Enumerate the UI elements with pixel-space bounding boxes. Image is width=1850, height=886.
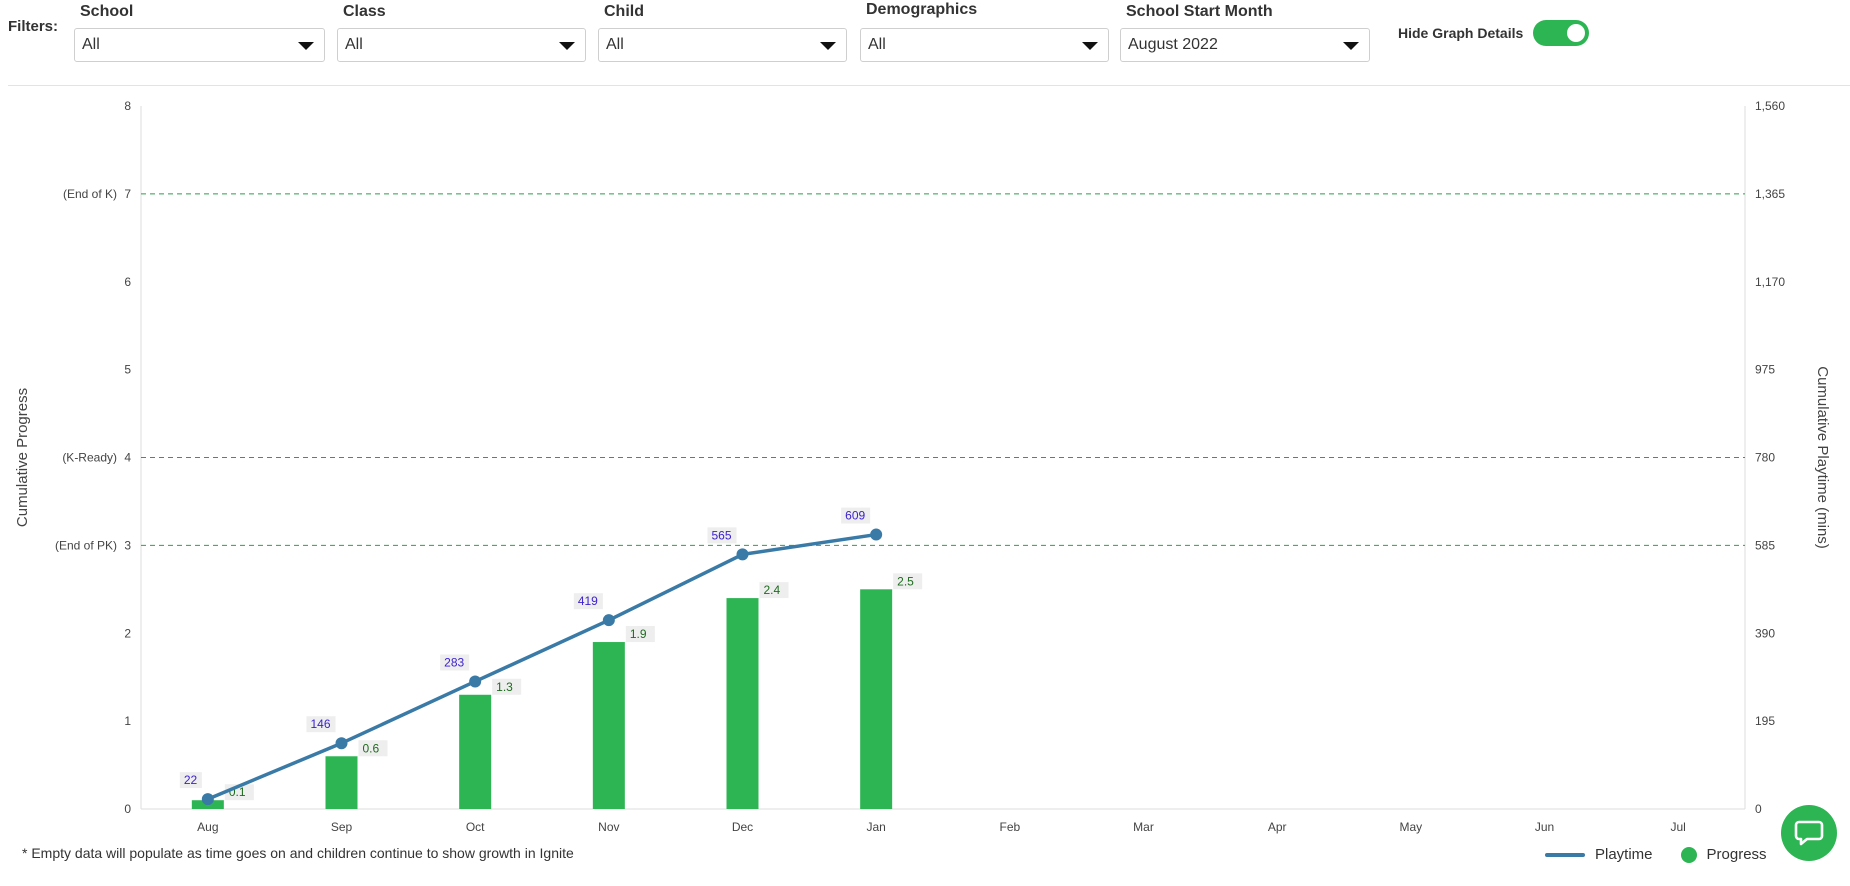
hide-graph-details-label: Hide Graph Details bbox=[1398, 25, 1524, 41]
class-filter: Class All bbox=[337, 2, 586, 62]
x-tick-label: Jul bbox=[1670, 820, 1685, 834]
y-right-tick-label: 1,560 bbox=[1755, 99, 1785, 113]
class-filter-label: Class bbox=[343, 3, 386, 20]
filters-label: Filters: bbox=[8, 18, 59, 35]
school-select-value: All bbox=[82, 36, 100, 53]
y-right-tick-label: 390 bbox=[1755, 626, 1775, 640]
x-tick-label: Jun bbox=[1535, 820, 1554, 834]
caret-down-icon bbox=[298, 42, 314, 50]
x-tick-label: Dec bbox=[732, 820, 753, 834]
playtime-point bbox=[736, 548, 749, 561]
playtime-data-label: 283 bbox=[444, 655, 464, 669]
progress-data-label: 2.5 bbox=[897, 574, 914, 588]
x-tick-label: Apr bbox=[1268, 820, 1287, 834]
demographics-select[interactable]: All bbox=[860, 28, 1109, 62]
footnote: * Empty data will populate as time goes … bbox=[22, 845, 574, 861]
progress-data-label: 1.9 bbox=[630, 627, 647, 641]
playtime-data-label: 565 bbox=[712, 528, 732, 542]
playtime-point bbox=[201, 793, 214, 806]
playtime-point bbox=[335, 737, 348, 750]
class-select-value: All bbox=[345, 36, 363, 53]
demographics-select-value: All bbox=[868, 36, 886, 53]
start-month-filter: School Start Month August 2022 bbox=[1120, 2, 1370, 62]
school-filter: School All bbox=[74, 2, 325, 62]
y-right-tick-label: 0 bbox=[1755, 802, 1762, 816]
start-month-filter-label: School Start Month bbox=[1126, 3, 1273, 20]
child-filter-label: Child bbox=[604, 3, 644, 20]
legend-playtime-swatch bbox=[1545, 852, 1585, 857]
y-right-tick-label: 195 bbox=[1755, 714, 1775, 728]
progress-playtime-chart: 01234567801953905857809751,1701,3651,560… bbox=[14, 99, 1831, 834]
y-right-tick-label: 1,365 bbox=[1755, 187, 1785, 201]
demographics-filter: Demographics All bbox=[860, 0, 1109, 62]
x-tick-label: May bbox=[1399, 820, 1422, 834]
y-tick-label: 8 bbox=[124, 99, 131, 113]
progress-bar bbox=[592, 642, 625, 809]
playtime-data-label: 146 bbox=[311, 717, 331, 731]
caret-down-icon bbox=[820, 42, 836, 50]
progress-data-label: 1.3 bbox=[496, 680, 513, 694]
progress-bar bbox=[726, 598, 759, 809]
y-right-axis-title: Cumulative Playtime (mins) bbox=[1814, 366, 1831, 549]
progress-data-label: 0.6 bbox=[363, 741, 380, 755]
chat-bubble-icon bbox=[1794, 820, 1824, 846]
legend-playtime-label[interactable]: Playtime bbox=[1595, 846, 1653, 863]
playtime-data-label: 22 bbox=[184, 773, 198, 787]
y-tick-label: 7 bbox=[124, 187, 131, 201]
legend-progress-swatch bbox=[1680, 846, 1697, 863]
school-select[interactable]: All bbox=[74, 28, 325, 62]
class-select[interactable]: All bbox=[337, 28, 586, 62]
y-right-tick-label: 975 bbox=[1755, 363, 1775, 377]
caret-down-icon bbox=[559, 42, 575, 50]
milestone-label: (End of PK) bbox=[55, 538, 117, 552]
toggle-knob bbox=[1567, 24, 1586, 42]
hide-graph-details-toggle[interactable] bbox=[1533, 20, 1590, 46]
playtime-point bbox=[602, 614, 615, 627]
y-tick-label: 1 bbox=[124, 714, 131, 728]
y-tick-label: 0 bbox=[124, 802, 131, 816]
progress-data-label: 2.4 bbox=[764, 583, 781, 597]
x-tick-label: Aug bbox=[197, 820, 218, 834]
y-tick-label: 6 bbox=[124, 275, 131, 289]
playtime-point bbox=[469, 675, 482, 688]
y-tick-label: 5 bbox=[124, 363, 131, 377]
start-month-select-value: August 2022 bbox=[1128, 36, 1218, 53]
progress-bar bbox=[860, 589, 893, 809]
milestone-label: (K-Ready) bbox=[62, 451, 117, 465]
playtime-line bbox=[207, 532, 877, 801]
chart-legend: Playtime Progress bbox=[1545, 846, 1767, 863]
y-tick-label: 2 bbox=[124, 626, 131, 640]
y-right-tick-label: 1,170 bbox=[1755, 275, 1785, 289]
caret-down-icon bbox=[1343, 42, 1359, 50]
y-tick-label: 3 bbox=[124, 538, 131, 552]
milestone-label: (End of K) bbox=[63, 187, 117, 201]
child-filter: Child All bbox=[598, 2, 847, 62]
y-tick-label: 4 bbox=[124, 451, 131, 465]
x-tick-label: Nov bbox=[598, 820, 619, 834]
x-tick-label: Jan bbox=[866, 820, 885, 834]
x-tick-label: Feb bbox=[999, 820, 1020, 834]
playtime-data-label: 609 bbox=[845, 509, 865, 523]
y-right-tick-label: 780 bbox=[1755, 451, 1775, 465]
y-axis-title: Cumulative Progress bbox=[14, 388, 31, 527]
y-right-tick-label: 585 bbox=[1755, 538, 1775, 552]
x-tick-label: Sep bbox=[331, 820, 353, 834]
hide-graph-details: Hide Graph Details bbox=[1398, 20, 1590, 46]
caret-down-icon bbox=[1082, 42, 1098, 50]
progress-bar bbox=[459, 694, 492, 809]
playtime-data-label: 419 bbox=[578, 594, 598, 608]
progress-bar bbox=[325, 756, 358, 809]
legend-progress-label[interactable]: Progress bbox=[1707, 846, 1767, 863]
child-select[interactable]: All bbox=[598, 28, 847, 62]
x-tick-label: Oct bbox=[466, 820, 485, 834]
child-select-value: All bbox=[606, 36, 624, 53]
demographics-filter-label: Demographics bbox=[866, 1, 978, 18]
filters-divider bbox=[8, 85, 1850, 86]
start-month-select[interactable]: August 2022 bbox=[1120, 28, 1370, 62]
school-filter-label: School bbox=[80, 3, 134, 20]
playtime-point bbox=[870, 528, 883, 541]
x-tick-label: Mar bbox=[1133, 820, 1154, 834]
chat-button[interactable] bbox=[1781, 805, 1837, 861]
